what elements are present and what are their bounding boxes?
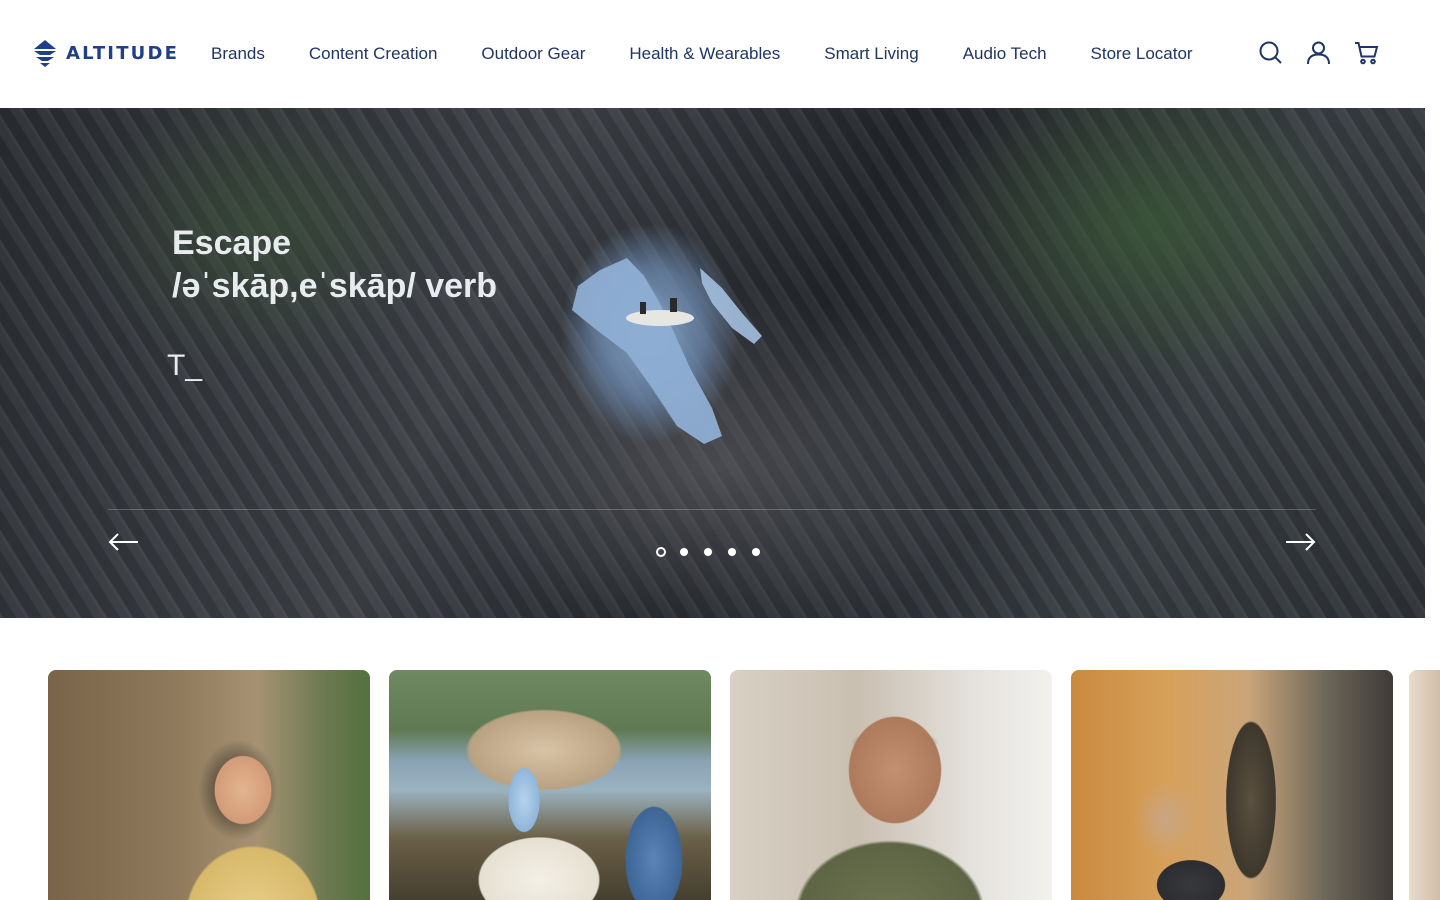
- layered-diamond-logo-icon: [34, 40, 56, 67]
- smart-living-card[interactable]: [1071, 670, 1393, 900]
- hero-background-image: [572, 258, 762, 444]
- carousel-dot-3[interactable]: [704, 548, 712, 556]
- header-actions: [1258, 40, 1379, 65]
- nav-item-brands[interactable]: Brands: [211, 44, 265, 64]
- arrow-right-icon[interactable]: [1284, 530, 1316, 554]
- next-card-peek[interactable]: [1409, 670, 1440, 900]
- carousel-dot-1[interactable]: [656, 547, 666, 557]
- hero-divider: [108, 509, 1316, 510]
- hero-carousel: Escape /əˈskāp,eˈskāp/ verb T_: [0, 108, 1425, 618]
- cart-icon[interactable]: [1354, 40, 1379, 65]
- carousel-dot-2[interactable]: [680, 548, 688, 556]
- brand-name: ALTITUDE: [66, 43, 180, 64]
- hero-title: Escape /əˈskāp,eˈskāp/ verb: [172, 222, 497, 308]
- carousel-dot-4[interactable]: [728, 548, 736, 556]
- nav-item-audio-tech[interactable]: Audio Tech: [963, 44, 1047, 64]
- search-icon[interactable]: [1258, 40, 1283, 65]
- category-cards: [48, 670, 1393, 900]
- hero-typing-text: T_: [167, 349, 203, 382]
- nav-item-content-creation[interactable]: Content Creation: [309, 44, 438, 64]
- outdoor-gear-card[interactable]: [389, 670, 711, 900]
- hero-title-word: Escape: [172, 224, 292, 262]
- arrow-left-icon[interactable]: [108, 530, 140, 554]
- content-creation-card[interactable]: [48, 670, 370, 900]
- account-icon[interactable]: [1306, 40, 1331, 65]
- wearables-card[interactable]: [730, 670, 1052, 900]
- carousel-dot-5[interactable]: [752, 548, 760, 556]
- hero-title-pronunciation: /əˈskāp,eˈskāp/ verb: [172, 267, 498, 305]
- main-nav: Brands Content Creation Outdoor Gear Hea…: [211, 44, 1193, 64]
- nav-item-smart-living[interactable]: Smart Living: [824, 44, 918, 64]
- site-header: ALTITUDE Brands Content Creation Outdoor…: [0, 0, 1440, 108]
- carousel-pagination: [656, 547, 760, 557]
- nav-item-health-wearables[interactable]: Health & Wearables: [629, 44, 780, 64]
- nav-item-store-locator[interactable]: Store Locator: [1091, 44, 1193, 64]
- nav-item-outdoor-gear[interactable]: Outdoor Gear: [481, 44, 585, 64]
- brand-logo[interactable]: ALTITUDE: [32, 40, 179, 67]
